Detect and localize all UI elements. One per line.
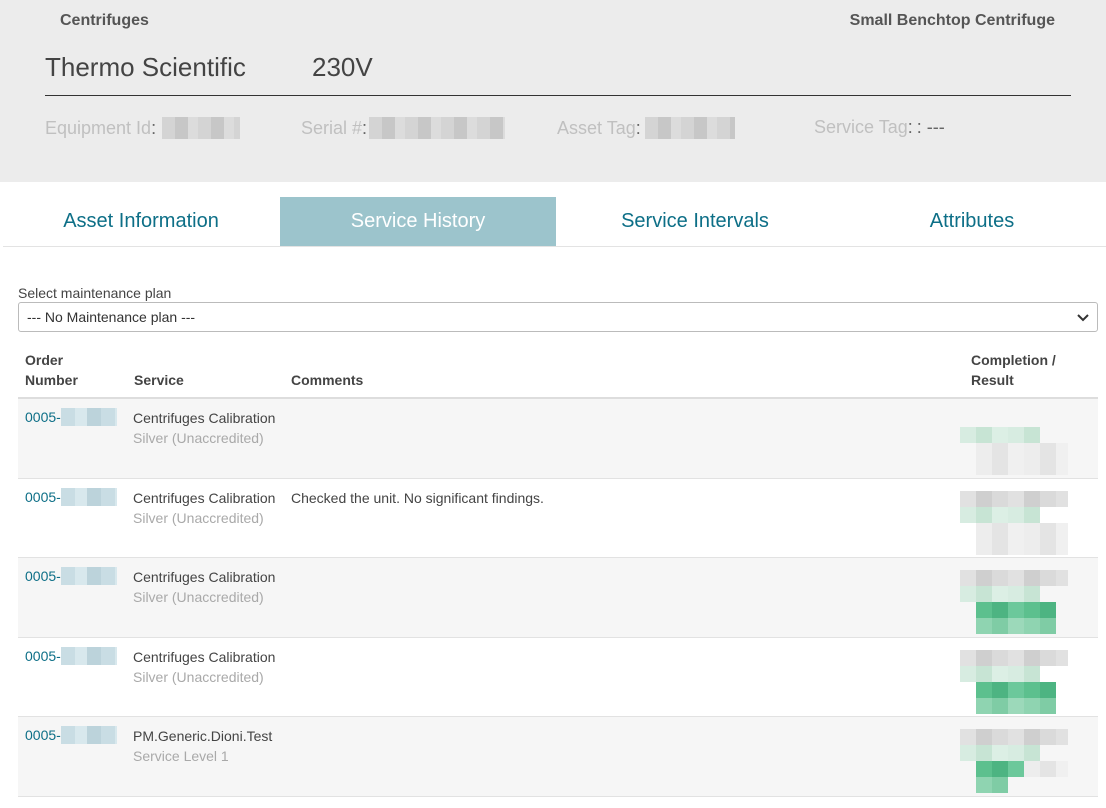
column-header-result-line1: Completion / xyxy=(971,352,1056,368)
service-name: Centrifuges Calibration xyxy=(133,489,276,506)
equipment-id-redacted xyxy=(162,117,241,139)
service-history-table: Order Number Service Comments Completion… xyxy=(18,342,1098,797)
table-row: 0005- Centrifuges Calibration Silver (Un… xyxy=(18,399,1098,479)
equipment-id-label: Equipment Id xyxy=(45,117,152,138)
tab-service-intervals[interactable]: Service Intervals xyxy=(557,197,833,246)
asset-tag-redacted xyxy=(644,117,735,139)
maintenance-plan-select[interactable]: --- No Maintenance plan --- xyxy=(18,302,1098,332)
tab-bar: Asset Information Service History Servic… xyxy=(3,197,1106,247)
asset-tag-separator: : xyxy=(635,117,641,138)
service-level: Silver (Unaccredited) xyxy=(133,509,264,526)
service-cell: PM.Generic.Dioni.Test Service Level 1 xyxy=(133,726,272,766)
table-row: 0005- Centrifuges Calibration Silver (Un… xyxy=(18,558,1098,638)
column-header-result-line2: Result xyxy=(971,372,1014,388)
voltage-title: 230V xyxy=(312,52,373,82)
completion-result-redacted xyxy=(960,727,1068,793)
service-cell: Centrifuges Calibration Silver (Unaccred… xyxy=(133,647,275,687)
service-level: Silver (Unaccredited) xyxy=(133,430,264,446)
service-name: Centrifuges Calibration xyxy=(133,410,276,426)
order-number-redacted xyxy=(60,567,117,585)
header-divider xyxy=(45,95,1071,96)
tab-service-history[interactable]: Service History xyxy=(280,197,556,246)
service-cell: Centrifuges Calibration Silver (Unaccred… xyxy=(133,567,275,607)
manufacturer-title: Thermo Scientific xyxy=(45,52,246,82)
order-number-link[interactable]: 0005- xyxy=(25,567,117,585)
service-level: Silver (Unaccredited) xyxy=(133,589,264,605)
order-number-prefix: 0005- xyxy=(25,727,61,743)
tab-attributes[interactable]: Attributes xyxy=(834,197,1106,246)
equipment-id-separator: : xyxy=(151,117,157,138)
order-number-redacted xyxy=(60,487,117,506)
order-number-prefix: 0005- xyxy=(25,647,61,664)
table-row: 0005- Centrifuges Calibration Silver (Un… xyxy=(18,479,1098,558)
completion-result-redacted xyxy=(960,489,1068,555)
column-header-order-number: Order Number xyxy=(25,350,78,390)
maintenance-plan-label: Select maintenance plan xyxy=(18,285,172,301)
table-header-row: Order Number Service Comments Completion… xyxy=(18,342,1098,399)
order-number-link[interactable]: 0005- xyxy=(25,408,117,426)
order-number-redacted xyxy=(60,408,117,426)
maintenance-plan-value: --- No Maintenance plan --- xyxy=(27,309,196,325)
table-row: 0005- Centrifuges Calibration Silver (Un… xyxy=(18,638,1098,717)
completion-result-redacted xyxy=(960,409,1068,475)
chevron-down-icon xyxy=(1077,310,1089,325)
order-number-prefix: 0005- xyxy=(25,568,61,584)
service-level: Service Level 1 xyxy=(133,748,229,764)
service-tag-field: Service Tag: : --- xyxy=(814,117,945,138)
table-row: 0005- PM.Generic.Dioni.Test Service Leve… xyxy=(18,717,1098,797)
service-tag-separator: : xyxy=(907,117,913,137)
service-cell: Centrifuges Calibration Silver (Unaccred… xyxy=(133,488,275,528)
column-header-service: Service xyxy=(134,372,184,388)
equipment-type: Small Benchtop Centrifuge xyxy=(849,12,1055,29)
completion-result-redacted xyxy=(960,648,1068,714)
service-name: PM.Generic.Dioni.Test xyxy=(133,728,273,744)
order-number-link[interactable]: 0005- xyxy=(25,646,117,665)
asset-tag-field: Asset Tag: xyxy=(557,117,735,139)
serial-label: Serial # xyxy=(301,117,363,138)
equipment-header: Centrifuges Small Benchtop Centrifuge Th… xyxy=(0,0,1106,182)
completion-result-redacted xyxy=(960,568,1068,634)
service-tag-label: Service Tag xyxy=(814,117,908,137)
column-header-completion-result: Completion / Result xyxy=(971,350,1056,390)
order-number-prefix: 0005- xyxy=(25,488,61,505)
service-cell: Centrifuges Calibration Silver (Unaccred… xyxy=(133,408,275,448)
column-header-comments: Comments xyxy=(291,372,364,388)
equipment-category: Centrifuges xyxy=(60,12,149,29)
equipment-id-field: Equipment Id: xyxy=(45,117,241,139)
column-header-order-line1: Order xyxy=(25,352,64,368)
order-number-prefix: 0005- xyxy=(25,409,61,425)
order-number-redacted xyxy=(60,726,117,744)
order-number-redacted xyxy=(60,646,117,665)
serial-redacted xyxy=(369,117,506,139)
column-header-order-line2: Number xyxy=(25,372,78,388)
service-level: Silver (Unaccredited) xyxy=(133,668,264,685)
order-number-link[interactable]: 0005- xyxy=(25,726,117,744)
order-number-link[interactable]: 0005- xyxy=(25,487,117,506)
comment-cell: Checked the unit. No significant finding… xyxy=(291,489,544,506)
tab-asset-information[interactable]: Asset Information xyxy=(3,197,279,246)
serial-separator: : xyxy=(362,117,368,138)
service-tag-value: : --- xyxy=(916,117,945,137)
service-name: Centrifuges Calibration xyxy=(133,569,276,585)
serial-field: Serial #: xyxy=(301,117,506,139)
service-name: Centrifuges Calibration xyxy=(133,648,276,665)
asset-tag-label: Asset Tag xyxy=(557,117,636,138)
